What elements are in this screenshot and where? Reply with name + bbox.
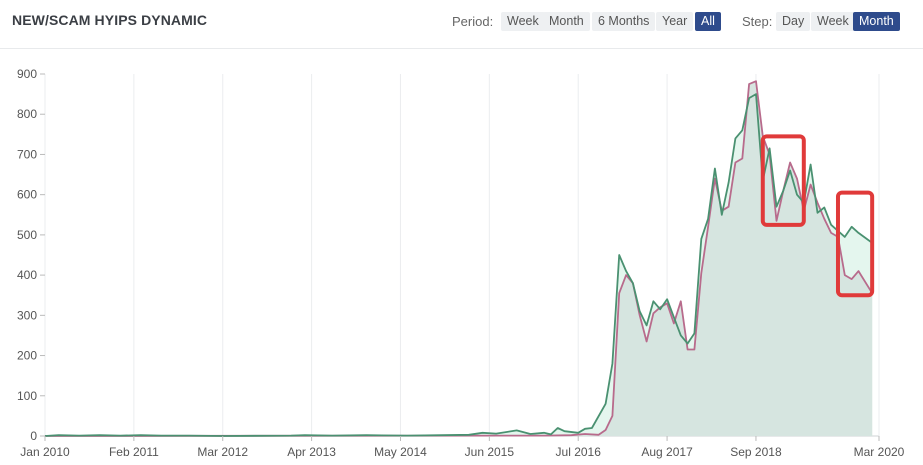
x-tick-label: Jul 2016 <box>556 445 602 459</box>
chart-title: NEW/SCAM HYIPS DYNAMIC <box>12 12 208 28</box>
x-tick-label: Apr 2013 <box>287 445 336 459</box>
y-tick-label: 500 <box>17 228 37 242</box>
x-tick-label: May 2014 <box>374 445 427 459</box>
y-tick-label: 100 <box>17 389 37 403</box>
period-month-button[interactable]: Month <box>543 12 590 31</box>
step-label: Step: <box>742 14 773 29</box>
period-week-button[interactable]: Week <box>501 12 545 31</box>
period-6-months-button[interactable]: 6 Months <box>592 12 656 31</box>
area-series-2 <box>45 81 873 436</box>
y-tick-label: 900 <box>17 67 37 81</box>
step-week-button[interactable]: Week <box>811 12 855 31</box>
header-divider <box>0 48 923 49</box>
y-tick-label: 200 <box>17 349 37 363</box>
step-day-button[interactable]: Day <box>776 12 811 31</box>
x-axis-ticks: Jan 2010 Feb 2011 Mar 2012 Apr 2013 May 2014… <box>20 436 905 459</box>
y-tick-label: 700 <box>17 147 37 161</box>
hyips-line-chart: 0 100 200 300 400 500 600 700 800 900 Jan 2010 Feb… <box>17 67 905 459</box>
period-year-button[interactable]: Year <box>656 12 694 31</box>
step-month-button[interactable]: Month <box>853 12 900 31</box>
period-all-button[interactable]: All <box>695 12 721 31</box>
x-tick-label: Jun 2015 <box>465 445 515 459</box>
y-tick-label: 300 <box>17 308 37 322</box>
x-tick-label: Mar 2020 <box>854 445 905 459</box>
x-tick-label: Aug 2017 <box>641 445 693 459</box>
y-tick-label: 800 <box>17 107 37 121</box>
y-axis-ticks: 0 100 200 300 400 500 600 700 800 900 <box>17 67 45 443</box>
y-tick-label: 600 <box>17 188 37 202</box>
x-tick-label: Sep 2018 <box>730 445 782 459</box>
y-tick-label: 400 <box>17 268 37 282</box>
period-label: Period: <box>452 14 494 29</box>
x-tick-label: Mar 2012 <box>197 445 248 459</box>
x-tick-label: Jan 2010 <box>20 445 70 459</box>
y-tick-label: 0 <box>30 429 37 443</box>
chart-header: NEW/SCAM HYIPS DYNAMIC Period: Week Mont… <box>0 0 923 48</box>
x-tick-label: Feb 2011 <box>109 445 159 459</box>
chart-areas <box>45 81 873 436</box>
